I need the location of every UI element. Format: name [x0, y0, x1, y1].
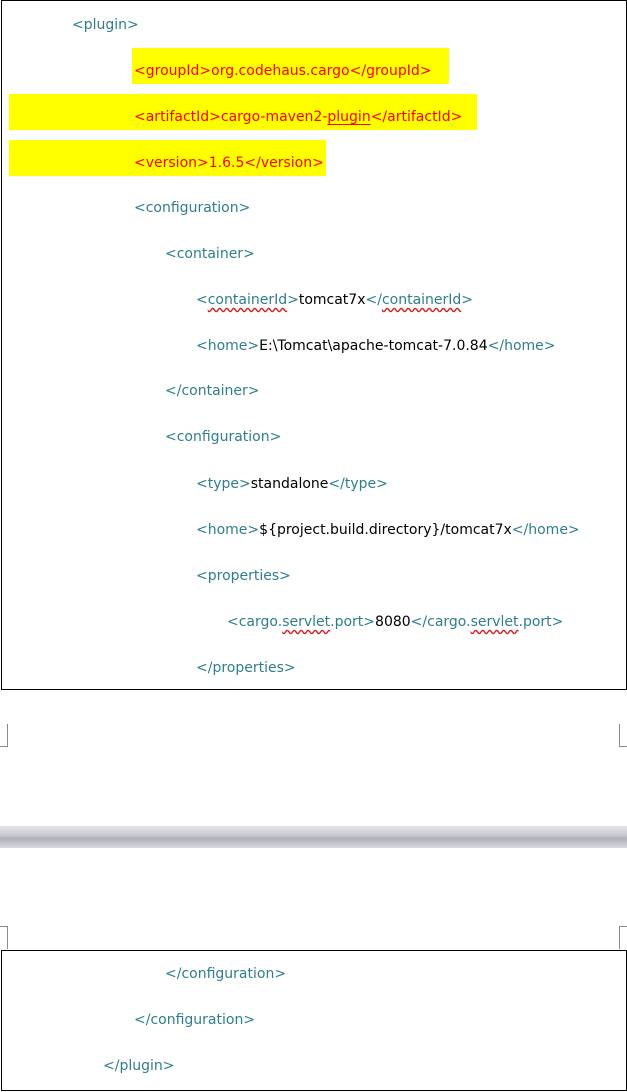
tag-text: containerId: [207, 292, 288, 308]
tag-text: <type>: [196, 476, 251, 492]
value-text: tomcat7x: [298, 292, 366, 308]
page-2-table-cell[interactable]: [1, 950, 627, 1091]
tag-text: </plugin>: [103, 1058, 175, 1074]
page-corner-mark: [0, 724, 8, 747]
tag-text: <groupId>: [134, 63, 212, 79]
value-text: cargo-maven2-: [220, 109, 328, 125]
code-line-container-open[interactable]: <container>: [165, 243, 255, 265]
tag-text: <version>: [134, 155, 209, 171]
code-line-containerId[interactable]: <containerId>tomcat7x</containerId>: [196, 289, 473, 311]
tag-text: </configuration>: [165, 966, 287, 982]
value-text: standalone: [250, 476, 329, 492]
tag-text: <plugin>: [72, 17, 139, 33]
tag-text: <artifactId>: [134, 109, 221, 125]
tag-text: <home>: [196, 338, 260, 354]
tag-text: </artifactId>: [370, 109, 463, 125]
tag-text: servlet: [282, 614, 331, 630]
tag-text: <: [196, 292, 208, 308]
value-text: E:\Tomcat\apache-tomcat-7.0.84: [259, 338, 488, 354]
tag-text: containerId: [381, 292, 462, 308]
code-line-groupId[interactable]: <groupId>org.codehaus.cargo</groupId>: [134, 60, 431, 82]
tag-text: </version>: [244, 155, 324, 171]
value-text: org.codehaus.cargo: [211, 63, 350, 79]
code-line-home[interactable]: <home>E:\Tomcat\apache-tomcat-7.0.84</ho…: [196, 335, 556, 357]
tag-text: </: [365, 292, 382, 308]
code-line-plugin-open[interactable]: <plugin>: [72, 14, 139, 36]
tag-text: >: [287, 292, 299, 308]
value-text: 1.6.5: [208, 155, 245, 171]
tag-text: </cargo.: [410, 614, 471, 630]
code-line-configuration2-close[interactable]: </configuration>: [165, 963, 286, 985]
code-line-version[interactable]: <version>1.6.5</version>: [134, 152, 324, 174]
page-separator: [0, 826, 627, 848]
tag-text: </groupId>: [349, 63, 432, 79]
value-text: 8080: [375, 614, 411, 630]
page-corner-mark: [619, 926, 627, 949]
code-line-properties-open[interactable]: <properties>: [196, 565, 291, 587]
tag-text: .port>: [330, 614, 376, 630]
code-line-configuration-close[interactable]: </configuration>: [134, 1009, 255, 1031]
code-line-container-close[interactable]: </container>: [165, 380, 260, 402]
tag-text: </properties>: [196, 660, 296, 676]
code-line-cargo-port[interactable]: <cargo.servlet.port>8080</cargo.servlet.…: [227, 611, 563, 633]
tag-text: <configuration>: [134, 200, 251, 216]
tag-text: <properties>: [196, 568, 291, 584]
tag-text: >: [461, 292, 474, 308]
tag-text: </configuration>: [134, 1012, 256, 1028]
value-text: ${project.build.directory}/tomcat7x: [259, 522, 512, 538]
tag-text: <home>: [196, 522, 260, 538]
tag-text: <cargo.: [227, 614, 283, 630]
code-line-home2[interactable]: <home>${project.build.directory}/tomcat7…: [196, 519, 580, 541]
tag-text: </home>: [487, 338, 556, 354]
code-line-properties-close[interactable]: </properties>: [196, 657, 296, 679]
tag-text: .port>: [518, 614, 564, 630]
code-line-type[interactable]: <type>standalone</type>: [196, 473, 388, 495]
code-line-plugin-close[interactable]: </plugin>: [103, 1055, 174, 1077]
tag-text: <configuration>: [165, 429, 282, 445]
tag-text: </type>: [328, 476, 388, 492]
tag-text: servlet: [470, 614, 519, 630]
page-corner-mark: [619, 724, 627, 747]
tag-text: <container>: [165, 246, 255, 262]
value-text: plugin: [327, 109, 371, 125]
code-line-configuration-open[interactable]: <configuration>: [134, 197, 250, 219]
code-line-artifactId[interactable]: <artifactId>cargo-maven2-plugin</artifac…: [134, 106, 462, 128]
page-corner-mark: [0, 926, 8, 949]
tag-text: </container>: [165, 383, 260, 399]
code-line-configuration2-open[interactable]: <configuration>: [165, 426, 281, 448]
tag-text: </home>: [511, 522, 580, 538]
